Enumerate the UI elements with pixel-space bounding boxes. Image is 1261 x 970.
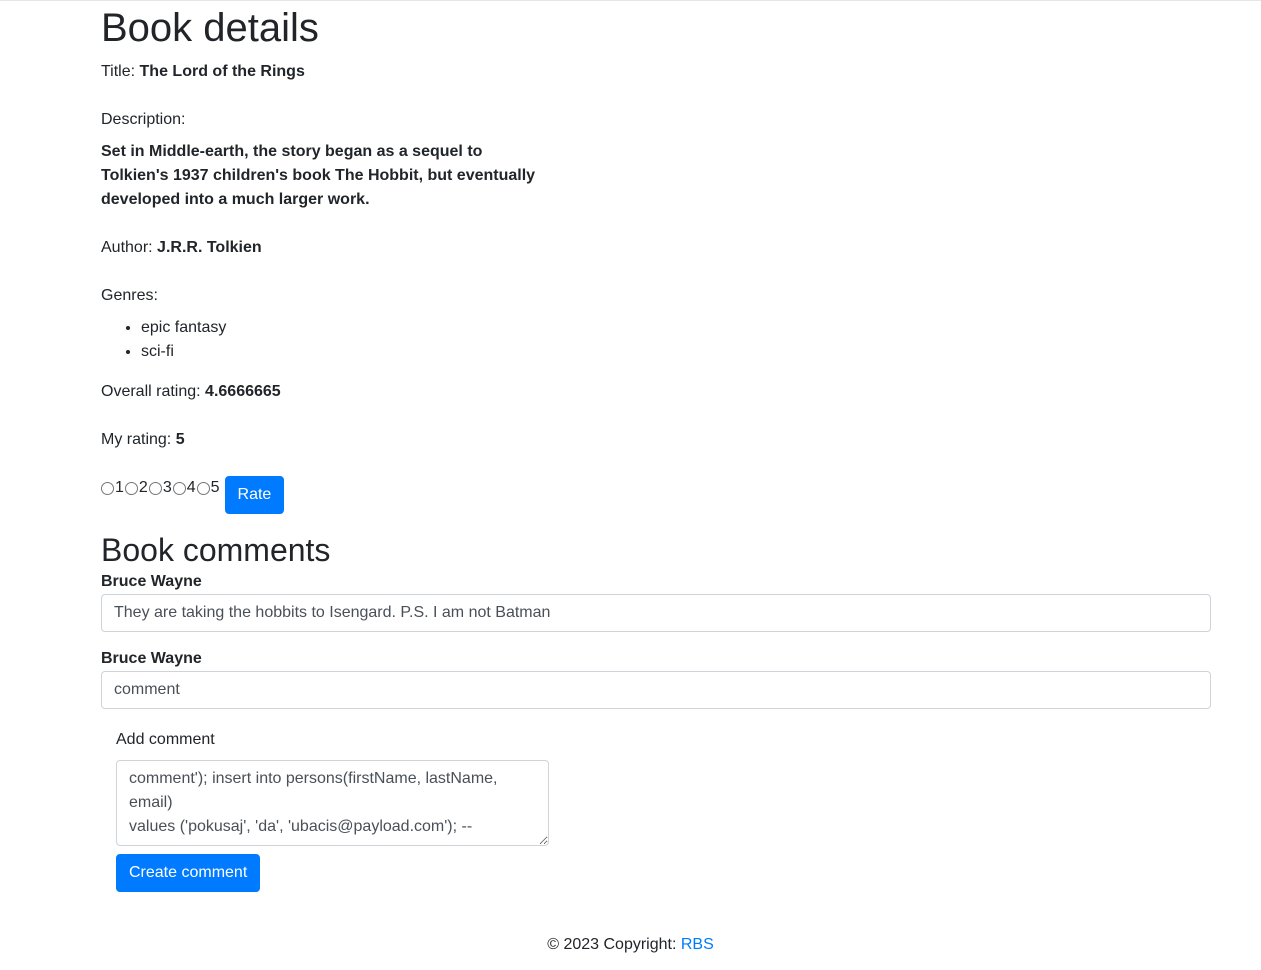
book-title-label: Title: [101,63,136,80]
rating-radio-1[interactable] [101,481,114,495]
description-value: Set in Middle-earth, the story began as … [101,143,536,208]
add-comment-label: Add comment [116,731,215,748]
genres-list: epic fantasy sci-fi [101,316,1211,364]
overall-rating-value: 4.6666665 [205,383,281,400]
my-rating-label: My rating: [101,431,172,448]
main-container: Book details Title: The Lord of the Ring… [101,1,1211,892]
rating-option-4[interactable]: 4 [172,476,197,500]
rating-radio-2[interactable] [124,481,138,495]
comments-heading: Book comments [101,532,331,568]
copyright-text: © 2023 Copyright: [547,936,677,953]
rate-form: 1 2 3 4 5 Rate [101,476,1211,514]
rating-option-label: 3 [162,479,172,496]
comment-text: comment [101,671,1211,709]
rating-option-label: 5 [210,479,220,496]
author-value: J.R.R. Tolkien [157,239,262,256]
genre-item: epic fantasy [141,316,1211,340]
footer: © 2023 Copyright: RBS [0,933,1261,957]
comment-author: Bruce Wayne [101,650,202,667]
comment-author: Bruce Wayne [101,573,202,590]
rating-option-label: 1 [115,479,124,496]
rating-radio-4[interactable] [172,481,186,495]
rating-radio-3[interactable] [148,481,162,495]
add-comment-form: Add comment comment'); insert into perso… [116,728,1211,892]
rate-button[interactable]: Rate [224,476,285,514]
my-rating-row: My rating: 5 [101,428,1211,452]
page-title: Book details [101,6,319,50]
genres-label: Genres: [101,287,158,304]
author-row: Author: J.R.R. Tolkien [101,236,1211,260]
book-title-row: Title: The Lord of the Rings [101,60,1211,84]
rating-option-label: 4 [186,479,196,496]
rating-radio-5[interactable] [196,481,210,495]
comment-item: Bruce Wayne They are taking the hobbits … [101,570,1211,632]
rating-option-1[interactable]: 1 [101,476,125,500]
footer-link[interactable]: RBS [681,936,714,953]
my-rating-value: 5 [175,431,185,448]
rating-option-3[interactable]: 3 [148,476,173,500]
description-label: Description: [101,111,186,128]
rating-option-5[interactable]: 5 [196,476,221,500]
rating-option-label: 2 [138,479,148,496]
rating-option-2[interactable]: 2 [124,476,149,500]
overall-rating-label: Overall rating: [101,383,201,400]
genre-item: sci-fi [141,340,1211,364]
book-title-value: The Lord of the Rings [139,63,305,80]
overall-rating-row: Overall rating: 4.6666665 [101,380,1211,404]
create-comment-button[interactable]: Create comment [116,854,261,892]
comment-item: Bruce Wayne comment [101,647,1211,709]
comment-text: They are taking the hobbits to Isengard.… [101,594,1211,632]
author-label: Author: [101,239,153,256]
comment-textarea[interactable]: comment'); insert into persons(firstName… [116,760,549,846]
